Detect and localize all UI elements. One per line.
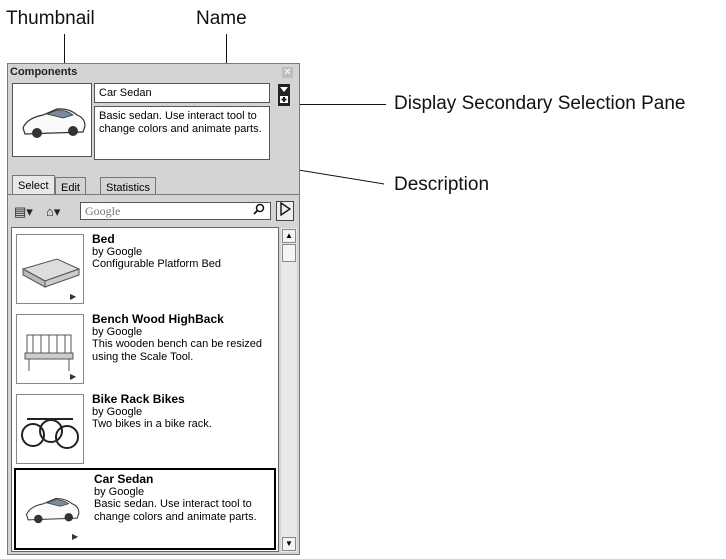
secondary-pane-button[interactable] <box>278 84 290 106</box>
bikes-thumbnail <box>16 394 84 464</box>
item-description: Basic sedan. Use interact tool to change… <box>94 498 257 523</box>
search-icon[interactable] <box>249 203 269 219</box>
tab-divider <box>8 194 299 195</box>
list-item-selected[interactable]: ▶ Car Sedan by Google Basic sedan. Use i… <box>14 468 276 550</box>
scroll-thumb[interactable] <box>282 244 296 262</box>
expand-arrow-icon: ▶ <box>70 372 77 381</box>
item-name: Car Sedan <box>94 472 154 486</box>
home-icon[interactable]: ⌂▾ <box>46 204 60 220</box>
tab-statistics[interactable]: Statistics <box>100 177 157 195</box>
component-description-field[interactable]: Basic sedan. Use interact tool to change… <box>94 106 270 160</box>
panel-title: Components <box>10 66 78 78</box>
item-author: by Google <box>94 486 145 498</box>
list-item[interactable]: Bike Rack Bikes by Google Two bikes in a… <box>12 388 278 470</box>
car-icon <box>22 108 86 138</box>
expand-arrow-icon: ▶ <box>72 532 79 541</box>
tab-edit[interactable]: Edit <box>55 177 86 195</box>
scroll-up-icon[interactable]: ▲ <box>282 229 296 243</box>
item-description: This wooden bench can be resized using t… <box>92 338 262 363</box>
components-panel: Components ✕ Car Sedan Basic sedan. Use … <box>7 63 300 555</box>
close-button[interactable]: ✕ <box>282 67 293 78</box>
list-item[interactable]: ▶ Bed by Google Configurable Platform Be… <box>12 228 278 310</box>
item-author: by Google <box>92 246 143 258</box>
search-input[interactable] <box>80 202 271 220</box>
list-scrollbar[interactable]: ▲ ▼ <box>281 228 297 552</box>
item-name: Bed <box>92 232 115 246</box>
item-name: Bike Rack Bikes <box>92 392 185 406</box>
component-name-field[interactable]: Car Sedan <box>94 83 270 103</box>
navigate-arrow-icon[interactable] <box>276 201 294 221</box>
component-thumbnail <box>12 83 92 157</box>
tab-select[interactable]: Select <box>12 175 55 195</box>
toggle-pane-icon <box>280 87 288 103</box>
expand-arrow-icon: ▶ <box>70 292 77 301</box>
item-author: by Google <box>92 326 143 338</box>
scroll-down-icon[interactable]: ▼ <box>282 537 296 551</box>
component-list: ▶ Bed by Google Configurable Platform Be… <box>11 227 279 552</box>
list-item[interactable]: ▶ Bench Wood HighBack by Google This woo… <box>12 308 278 390</box>
item-description: Two bikes in a bike rack. <box>92 418 212 430</box>
item-name: Bench Wood HighBack <box>92 312 224 326</box>
item-description: Configurable Platform Bed <box>92 258 222 270</box>
view-options-icon[interactable]: ▤▾ <box>14 204 33 220</box>
item-author: by Google <box>92 406 143 418</box>
